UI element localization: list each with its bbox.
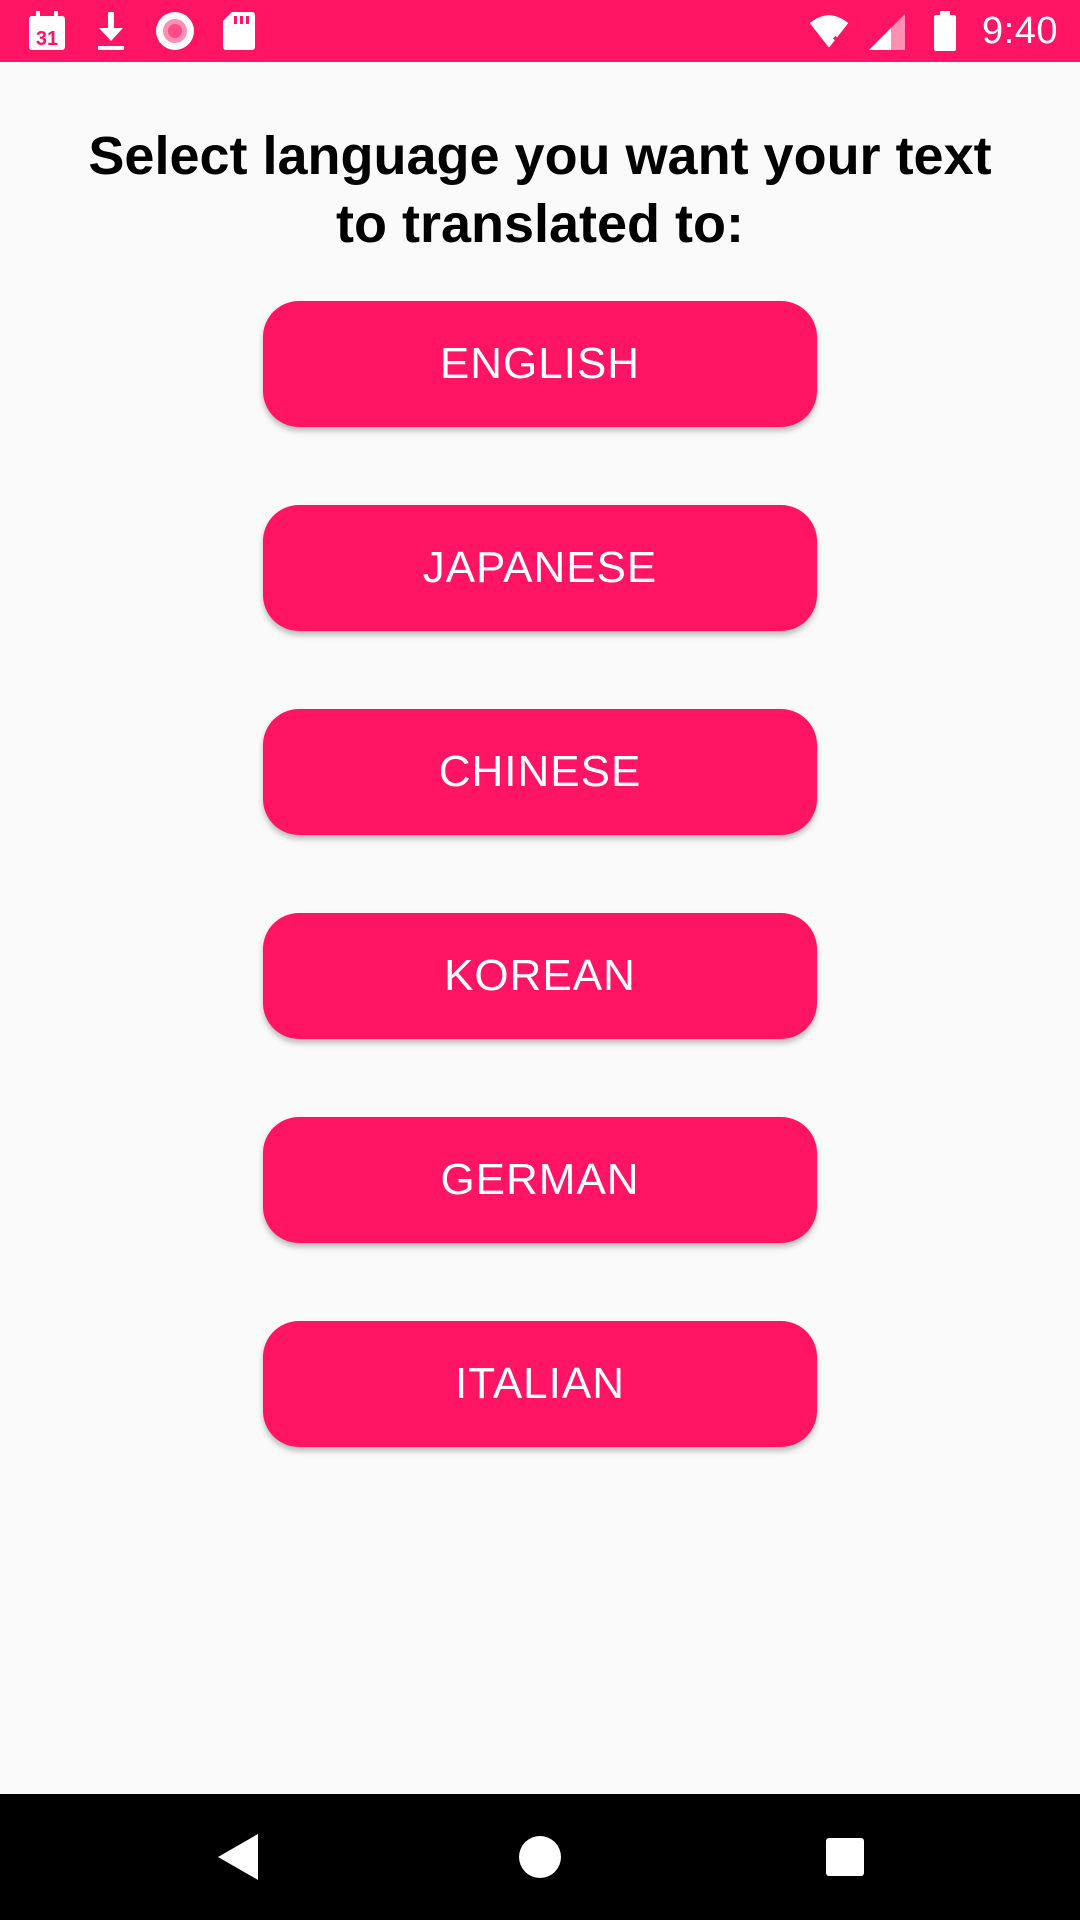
italian-button[interactable]: ITALIAN	[263, 1321, 817, 1447]
download-icon	[90, 10, 132, 52]
home-icon[interactable]	[510, 1827, 570, 1887]
battery-icon	[924, 10, 966, 52]
status-left-icons: 31	[26, 8, 260, 54]
navigation-bar	[0, 1794, 1080, 1920]
status-time: 9:40	[982, 9, 1058, 52]
status-bar: 31 9:40	[0, 0, 1080, 62]
chinese-button[interactable]: CHINESE	[263, 709, 817, 835]
german-button[interactable]: GERMAN	[263, 1117, 817, 1243]
back-icon[interactable]	[208, 1827, 268, 1887]
signal-icon	[866, 10, 908, 52]
status-right-icons: 9:40	[808, 8, 1058, 54]
english-button[interactable]: ENGLISH	[263, 301, 817, 427]
recents-icon[interactable]	[815, 1827, 875, 1887]
korean-button[interactable]: KOREAN	[263, 913, 817, 1039]
language-button-list: ENGLISH JAPANESE CHINESE KOREAN GERMAN I…	[263, 301, 817, 1525]
page-title: Select language you want your text to tr…	[88, 126, 992, 254]
app-screen: 31 9:40 Select language you want your te…	[0, 0, 1080, 1920]
calendar-icon: 31	[26, 10, 68, 52]
record-icon	[154, 10, 196, 52]
japanese-button[interactable]: JAPANESE	[263, 505, 817, 631]
wifi-icon	[808, 10, 850, 52]
calendar-day: 31	[36, 28, 58, 50]
sd-card-icon	[218, 10, 260, 52]
